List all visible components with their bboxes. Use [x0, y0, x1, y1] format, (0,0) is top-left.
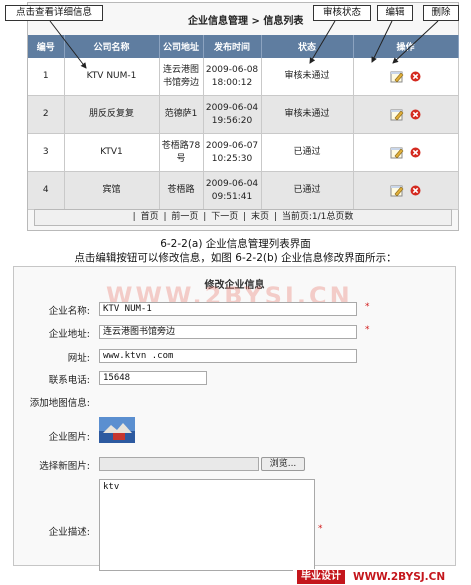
cell-actions: [353, 95, 459, 134]
callout-edit: 编辑: [377, 5, 413, 21]
edit-icon[interactable]: [390, 146, 404, 159]
cell-actions: [353, 133, 459, 172]
breadcrumb: 企业信息管理 > 信息列表: [188, 16, 304, 27]
table-row: 1 KTV NUM-1 连云港图书馆旁边 2009-06-08 18:00:12…: [28, 58, 459, 96]
label-map-info: 添加地图信息:: [29, 398, 90, 409]
label-new-image: 选择新图片:: [39, 461, 90, 472]
cell-actions: [353, 171, 459, 210]
cell-id: 3: [28, 133, 65, 172]
delete-icon[interactable]: [410, 71, 421, 82]
edit-icon[interactable]: [390, 184, 404, 197]
cell-id: 2: [28, 95, 65, 134]
label-website: 网址:: [67, 353, 90, 364]
edit-icon[interactable]: [390, 70, 404, 83]
cell-company-name[interactable]: 朋反反复复: [64, 95, 160, 134]
company-description-textarea[interactable]: ktv: [99, 479, 315, 571]
instruction-text: 点击编辑按钮可以修改信息，如图 6-2-2(b) 企业信息修改界面所示：: [74, 252, 397, 264]
cell-company-name[interactable]: KTV1: [64, 133, 160, 172]
delete-icon[interactable]: [410, 185, 421, 196]
col-header-actions: 操作: [353, 35, 459, 58]
company-name-input[interactable]: KTV NUM-1: [99, 302, 357, 316]
label-description: 企业描述:: [48, 527, 90, 538]
required-mark: *: [318, 524, 323, 534]
cell-time: 2009-06-04 19:56:20: [203, 95, 262, 134]
cell-company-name[interactable]: KTV NUM-1: [64, 58, 160, 96]
table-header-row: 编号 公司名称 公司地址 发布时间 状态 操作: [28, 35, 459, 58]
figure-caption: 6-2-2(a) 企业信息管理列表界面: [160, 238, 311, 250]
cell-actions: [353, 58, 459, 96]
company-image-thumbnail: [99, 417, 135, 443]
cell-id: 4: [28, 171, 65, 210]
table-row: 2 朋反反复复 范德萨1 2009-06-04 19:56:20 审核未通过: [28, 95, 459, 134]
table-row: 3 KTV1 苍梧路78号 2009-06-07 10:25:30 已通过: [28, 133, 459, 172]
browse-button[interactable]: 浏览...: [261, 457, 305, 471]
delete-icon[interactable]: [410, 109, 421, 120]
site-logo: 毕业设计 WWW.2BYSJ.CN: [293, 569, 471, 585]
new-image-file-field[interactable]: [99, 457, 259, 471]
pager-next[interactable]: 下一页: [210, 212, 239, 222]
pager-first[interactable]: 首页: [140, 212, 160, 222]
callout-delete: 删除: [423, 5, 459, 21]
col-header-address: 公司地址: [159, 35, 204, 58]
label-company-address: 企业地址:: [48, 329, 90, 340]
col-header-time: 发布时间: [203, 35, 262, 58]
phone-input[interactable]: 15648: [99, 371, 207, 385]
required-mark: *: [365, 302, 370, 312]
cell-address: 苍梧路: [159, 171, 204, 210]
cell-status: 审核未通过: [261, 95, 354, 134]
cell-company-name[interactable]: 宾馆: [64, 171, 160, 210]
logo-brand: 毕业设计: [297, 570, 345, 584]
company-address-input[interactable]: 连云港图书馆旁边: [99, 325, 357, 339]
info-list-panel: 企业信息管理 > 信息列表 编号 公司名称 公司地址 发布时间 状态 操作 1 …: [27, 2, 459, 231]
edit-form-panel: 修改企业信息 WWW.2BYSJ.CN 企业名称: KTV NUM-1 * 企业…: [13, 266, 456, 571]
logo-url: WWW.2BYSJ.CN: [353, 571, 446, 583]
cell-id: 1: [28, 58, 65, 96]
cell-address: 范德萨1: [159, 95, 204, 134]
cell-status: 审核未通过: [261, 58, 354, 96]
website-input[interactable]: www.ktvn .com: [99, 349, 357, 363]
cell-address: 连云港图书馆旁边: [159, 58, 204, 96]
cell-address: 苍梧路78号: [159, 133, 204, 172]
col-header-name: 公司名称: [64, 35, 160, 58]
pager-last[interactable]: 末页: [250, 212, 270, 222]
cell-time: 2009-06-04 09:51:41: [203, 171, 262, 210]
callout-detail: 点击查看详细信息: [5, 5, 103, 21]
pagination: | 首页 | 前一页 | 下一页 | 末页 | 当前页:1/1总页数: [34, 209, 452, 226]
pager-current: 当前页:1/1总页数: [281, 212, 354, 222]
label-company-name: 企业名称:: [48, 306, 90, 317]
callout-status: 审核状态: [313, 5, 371, 21]
cell-time: 2009-06-08 18:00:12: [203, 58, 262, 96]
label-phone: 联系电话:: [48, 375, 90, 386]
table-row: 4 宾馆 苍梧路 2009-06-04 09:51:41 已通过: [28, 171, 459, 210]
col-header-status: 状态: [261, 35, 354, 58]
cell-status: 已通过: [261, 171, 354, 210]
delete-icon[interactable]: [410, 147, 421, 158]
required-mark: *: [365, 325, 370, 335]
cell-time: 2009-06-07 10:25:30: [203, 133, 262, 172]
edit-icon[interactable]: [390, 108, 404, 121]
col-header-id: 编号: [28, 35, 65, 58]
info-table: 编号 公司名称 公司地址 发布时间 状态 操作 1 KTV NUM-1 连云港图…: [28, 35, 459, 210]
cell-status: 已通过: [261, 133, 354, 172]
pager-prev[interactable]: 前一页: [170, 212, 199, 222]
label-company-image: 企业图片:: [48, 432, 90, 443]
